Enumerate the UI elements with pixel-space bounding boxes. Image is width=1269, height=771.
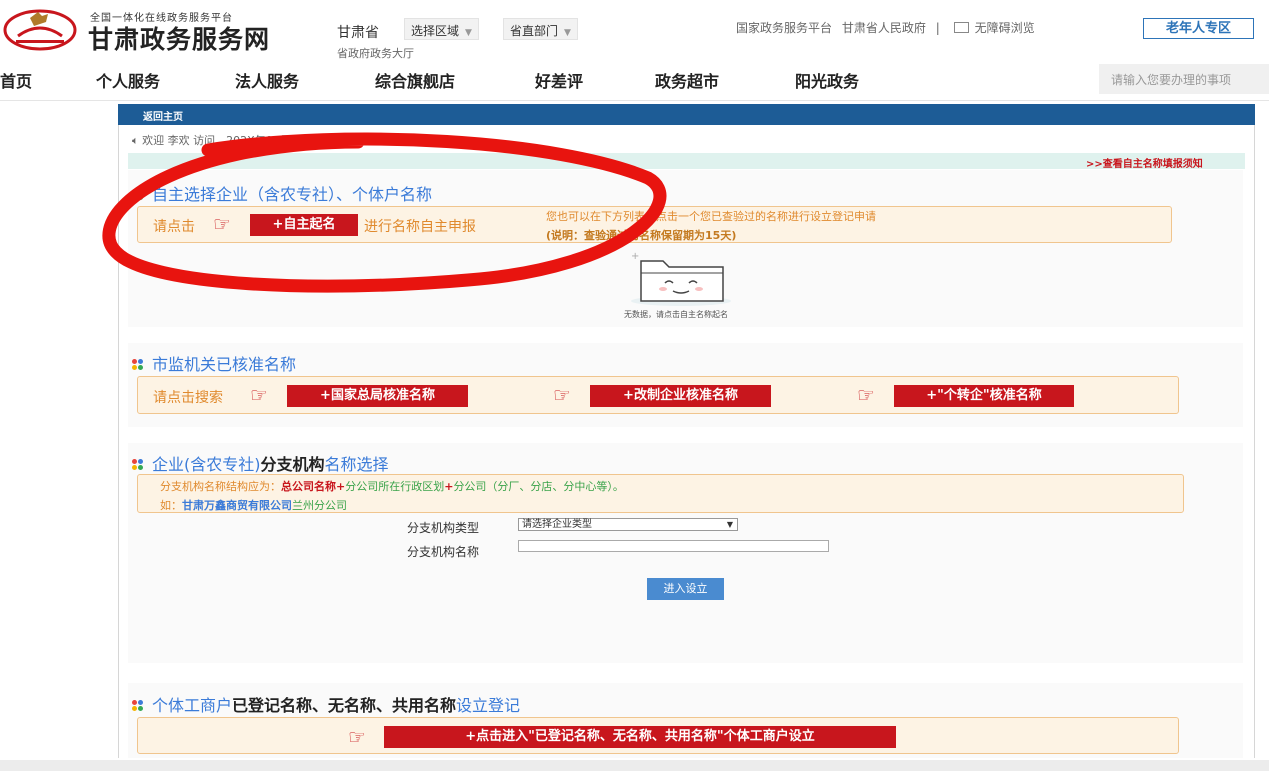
restructured-approved-button[interactable]: +改制企业核准名称 <box>590 385 771 407</box>
section4-title-a: 个体工商户 <box>152 696 232 715</box>
gansu-gov-link[interactable]: 甘肃省人民政府 <box>842 21 926 35</box>
chevron-down-icon: ▼ <box>465 28 472 38</box>
branch-type-label: 分支机构类型 <box>407 519 479 536</box>
hand-pointer-icon: ☞ <box>213 214 231 234</box>
enter-setup-button[interactable]: 进入设立 <box>647 578 724 600</box>
section3-title-b: 分支机构 <box>261 455 325 474</box>
flower-icon <box>132 189 144 201</box>
self-naming-side-line2: (说明：查验通过的名称保留期为15天) <box>546 227 736 243</box>
dept-select[interactable]: 省直部门 ▼ <box>503 18 578 40</box>
branch-name-label: 分支机构名称 <box>407 543 479 560</box>
branch-type-select[interactable]: 请选择企业类型 ▼ <box>518 518 738 531</box>
section4-title-b: 已登记名称、无名称、共用名称 <box>232 696 456 715</box>
section1-title: 自主选择企业（含农专社）、个体户名称 <box>132 181 432 205</box>
section3-title-a: 企业(含农专社) <box>152 455 261 474</box>
national-approved-button[interactable]: +国家总局核准名称 <box>287 385 468 407</box>
branch-note-b: 分公司所在行政区划 <box>345 480 444 493</box>
flower-icon <box>132 459 144 471</box>
branch-example-c: 分公司 <box>314 499 347 512</box>
region-select[interactable]: 选择区域 ▼ <box>404 18 479 40</box>
section3-title: 企业(含农专社)分支机构名称选择 <box>132 451 389 475</box>
branch-example-b: 兰州 <box>292 499 314 512</box>
self-naming-after: 进行名称自主申报 <box>364 216 476 236</box>
dept-select-label: 省直部门 <box>510 24 558 38</box>
flower-icon <box>132 359 144 371</box>
welcome-text: 🔈︎ 欢迎 李欢 访问 202X年02月21日 星期一 16:12:52 <box>132 132 413 148</box>
nav-divider <box>0 100 1269 101</box>
nav-supermarket[interactable]: 政务超市 <box>655 68 719 92</box>
branch-name-input[interactable] <box>518 540 829 552</box>
site-logo-icon[interactable] <box>2 6 78 52</box>
no-data-text: 无数据，请点击自主名称起名 <box>624 309 728 320</box>
region-select-label: 选择区域 <box>411 24 459 38</box>
branch-note-a: 总公司名称 <box>281 480 336 493</box>
top-links: 国家政务服务平台 甘肃省人民政府 | 无障碍浏览 <box>736 19 1041 36</box>
branch-structure-note: 分支机构名称结构应为：总公司名称+分公司所在行政区划+分公司（分厂、分店、分中心… <box>160 478 624 494</box>
hand-pointer-icon: ☞ <box>857 385 875 405</box>
click-prompt: 请点击 <box>153 216 195 236</box>
hand-pointer-icon: ☞ <box>250 385 268 405</box>
branch-type-value: 请选择企业类型 <box>522 519 592 530</box>
branch-note-c: 分公司（分厂、分店、分中心等）。 <box>453 480 624 493</box>
branch-example: 如：甘肃万鑫商贸有限公司兰州分公司 <box>160 497 347 513</box>
national-platform-link[interactable]: 国家政务服务平台 <box>736 21 832 35</box>
speaker-icon: 🔈︎ <box>132 134 142 147</box>
name-notice-link[interactable]: >>查看自主名称填报须知 <box>1086 155 1203 170</box>
nav-legal[interactable]: 法人服务 <box>235 68 299 92</box>
site-title[interactable]: 甘肃政务服务网 <box>88 20 270 56</box>
hand-pointer-icon: ☞ <box>348 727 366 747</box>
nav-sunshine[interactable]: 阳光政务 <box>795 68 859 92</box>
flower-icon <box>132 700 144 712</box>
accessibility-link[interactable]: 无障碍浏览 <box>975 21 1035 35</box>
branch-note-plus1: + <box>336 480 345 493</box>
nav-rating[interactable]: 好差评 <box>535 68 583 92</box>
individual-to-enterprise-button[interactable]: +"个转企"核准名称 <box>894 385 1074 407</box>
nav-personal[interactable]: 个人服务 <box>96 68 160 92</box>
branch-example-prefix: 如： <box>160 499 182 512</box>
back-home-link[interactable]: 返回主页 <box>143 108 183 123</box>
hand-pointer-icon: ☞ <box>553 385 571 405</box>
self-naming-button[interactable]: +自主起名 <box>250 214 358 236</box>
section4-title-c: 设立登记 <box>456 696 520 715</box>
section3-title-c: 名称选择 <box>325 455 389 474</box>
notice-strip <box>128 153 1245 169</box>
svg-text:+: + <box>631 251 639 262</box>
chevron-down-icon: ▼ <box>564 28 571 38</box>
branch-example-a: 甘肃万鑫商贸有限公司 <box>182 499 292 512</box>
empty-folder-icon: + <box>627 251 735 307</box>
self-naming-side-line1: 您也可以在下方列表中点击一个您已查验过的名称进行设立登记申请 <box>546 208 876 224</box>
chevron-down-icon: ▼ <box>727 519 733 530</box>
search-prompt: 请点击搜索 <box>153 387 223 407</box>
accessibility-icon <box>954 22 969 33</box>
individual-setup-button[interactable]: +点击进入"已登记名称、无名称、共用名称"个体工商户设立 <box>384 726 896 748</box>
bottom-scrollbar[interactable] <box>0 760 1269 771</box>
search-input[interactable]: 请输入您要办理的事项 <box>1099 64 1269 94</box>
branch-note-prefix: 分支机构名称结构应为： <box>160 480 281 493</box>
link-separator: | <box>936 21 940 35</box>
elder-zone-button[interactable]: 老年人专区 <box>1143 18 1254 39</box>
section2-title-text: 市监机关已核准名称 <box>152 355 296 374</box>
section4-title: 个体工商户已登记名称、无名称、共用名称设立登记 <box>132 692 520 716</box>
province-label: 甘肃省 <box>337 22 379 42</box>
hall-link[interactable]: 省政府政务大厅 <box>337 45 414 61</box>
frame-header-bar <box>118 104 1255 125</box>
nav-home[interactable]: 首页 <box>0 68 32 92</box>
nav-flagship[interactable]: 综合旗舰店 <box>375 68 455 92</box>
welcome-label: 欢迎 李欢 访问 202X年02月21日 星期一 16:12:52 <box>142 134 412 147</box>
section1-title-text: 自主选择企业（含农专社）、个体户名称 <box>152 185 432 204</box>
section2-title: 市监机关已核准名称 <box>132 351 296 375</box>
